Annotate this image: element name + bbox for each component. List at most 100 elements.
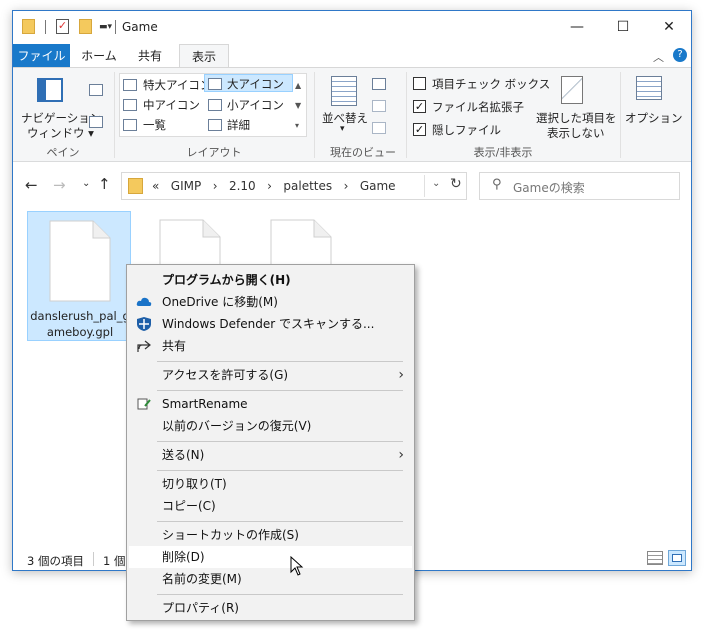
up-arrow-icon[interactable]: ↑: [98, 175, 111, 193]
breadcrumb-palettes[interactable]: palettes: [283, 179, 332, 193]
address-divider: [424, 175, 425, 197]
layout-details[interactable]: 詳細: [227, 117, 250, 133]
forward-arrow-icon[interactable]: →: [53, 176, 66, 194]
file-extensions-label[interactable]: ファイル名拡張子: [432, 99, 524, 115]
close-button[interactable]: ✕: [646, 11, 691, 44]
hide-selected-line2[interactable]: 表示しない: [547, 125, 605, 141]
hide-selected-icon[interactable]: [561, 76, 583, 104]
collapse-ribbon-icon[interactable]: ︿: [653, 49, 664, 65]
breadcrumb-2-10[interactable]: 2.10: [229, 179, 256, 193]
search-icon: ⚲: [492, 177, 502, 192]
defender-icon: [137, 317, 151, 331]
submenu-arrow-icon: ›: [398, 447, 404, 463]
minimize-button[interactable]: —: [554, 11, 600, 44]
group-label-layout: レイアウト: [186, 146, 242, 159]
details-icon: [208, 119, 222, 131]
size-columns-icon: [372, 122, 386, 134]
hidden-items-checkbox[interactable]: ✓: [413, 123, 426, 136]
tab-share[interactable]: 共有: [127, 44, 173, 68]
menu-copy[interactable]: コピー(C): [129, 495, 412, 517]
menu-restore-versions[interactable]: 以前のバージョンの復元(V): [129, 415, 412, 437]
menu-open-with[interactable]: プログラムから開く(H): [129, 269, 412, 291]
breadcrumb-chevron[interactable]: ›: [267, 179, 272, 193]
layout-small[interactable]: 小アイコン: [227, 97, 284, 113]
menu-separator: [157, 521, 403, 522]
sort-by-icon[interactable]: [331, 76, 357, 106]
layout-large[interactable]: 大アイコン: [227, 76, 284, 92]
file-item[interactable]: danslerush_pal_g ameboy.gpl: [27, 211, 131, 341]
options-label[interactable]: オプション: [625, 110, 683, 126]
menu-share[interactable]: 共有: [129, 335, 412, 357]
layout-extra-large[interactable]: 特大アイコン: [143, 77, 211, 93]
breadcrumb-game[interactable]: Game: [360, 179, 396, 193]
menu-rename[interactable]: 名前の変更(M): [129, 568, 412, 590]
recent-locations-icon[interactable]: ⌄: [82, 178, 90, 189]
breadcrumb-overflow[interactable]: «: [152, 179, 159, 193]
search-box[interactable]: ⚲ Gameの検索: [479, 172, 680, 200]
file-extensions-checkbox[interactable]: ✓: [413, 100, 426, 113]
folder-icon: [22, 19, 35, 34]
navigation-bar: ← → ⌄ ↑ « GIMP › 2.10 › palettes › Game …: [13, 162, 691, 207]
breadcrumb-gimp[interactable]: GIMP: [171, 179, 201, 193]
share-icon: [137, 340, 151, 352]
item-checkboxes-label[interactable]: 項目チェック ボックス: [432, 76, 550, 92]
smartrename-icon: [137, 398, 151, 410]
layout-medium[interactable]: 中アイコン: [143, 97, 200, 113]
preview-pane-icon[interactable]: [89, 84, 103, 96]
refresh-icon[interactable]: ↻: [450, 176, 462, 192]
back-arrow-icon[interactable]: ←: [25, 176, 38, 194]
help-icon[interactable]: ?: [673, 48, 687, 62]
menu-delete[interactable]: 削除(D): [129, 546, 412, 568]
menu-defender-scan[interactable]: Windows Defender でスキャンする...: [129, 313, 412, 335]
maximize-button[interactable]: ☐: [600, 11, 646, 44]
group-separator: [620, 72, 621, 158]
details-view-icon[interactable]: [647, 551, 663, 565]
menu-create-shortcut[interactable]: ショートカットの作成(S): [129, 524, 412, 546]
qat-separator: [115, 20, 116, 34]
menu-separator: [157, 594, 403, 595]
gallery-scroll-icon[interactable]: ▲ ▼ ▾: [295, 76, 301, 136]
submenu-arrow-icon: ›: [398, 367, 404, 383]
hide-selected-line1[interactable]: 選択した項目を: [536, 110, 617, 126]
group-by-icon[interactable]: [372, 78, 386, 90]
tab-view[interactable]: 表示: [179, 44, 229, 69]
menu-send-to[interactable]: 送る(N) ›: [129, 444, 412, 466]
tab-home[interactable]: ホーム: [75, 44, 123, 68]
menu-smartrename[interactable]: SmartRename: [129, 393, 412, 415]
navigation-pane-dropdown[interactable]: ウィンドウ ▾: [27, 125, 94, 141]
group-label-pane: ペイン: [46, 146, 80, 159]
selected-count: 1 個: [103, 554, 126, 568]
details-pane-icon[interactable]: [89, 116, 103, 128]
navigation-pane-icon[interactable]: [37, 78, 63, 102]
window-title: Game: [122, 20, 158, 34]
properties-icon[interactable]: ✓: [56, 19, 69, 34]
menu-properties[interactable]: プロパティ(R): [129, 597, 412, 619]
customize-qat-icon[interactable]: ▬▾: [99, 22, 112, 32]
options-icon[interactable]: [636, 76, 662, 100]
file-name: danslerush_pal_g ameboy.gpl: [30, 309, 130, 339]
large-icons-icon: [208, 78, 222, 90]
large-icons-view-icon[interactable]: [668, 550, 686, 566]
menu-give-access[interactable]: アクセスを許可する(G) ›: [129, 364, 412, 386]
menu-separator: [157, 441, 403, 442]
item-count: 3 個の項目: [27, 554, 84, 568]
onedrive-icon: [136, 297, 152, 306]
menu-cut[interactable]: 切り取り(T): [129, 473, 412, 495]
address-dropdown-icon[interactable]: ⌄: [432, 178, 440, 189]
sort-by-label[interactable]: 並べ替え: [322, 110, 368, 126]
small-icons-icon: [208, 99, 222, 111]
breadcrumb-chevron[interactable]: ›: [344, 179, 349, 193]
breadcrumb: « GIMP › 2.10 › palettes › Game: [152, 179, 396, 193]
new-folder-icon[interactable]: [79, 19, 92, 34]
hidden-items-label[interactable]: 隠しファイル: [432, 122, 501, 138]
tab-file[interactable]: ファイル: [13, 44, 70, 68]
sort-by-dropdown[interactable]: ▾: [340, 124, 345, 134]
item-checkboxes-checkbox[interactable]: [413, 77, 426, 90]
ribbon-view: ナビゲーション ウィンドウ ▾ ペイン 特大アイコン 大アイコン 中アイコン 小…: [13, 67, 691, 162]
status-separator: [93, 552, 94, 566]
layout-list[interactable]: 一覧: [143, 117, 166, 133]
menu-onedrive-move[interactable]: OneDrive に移動(M): [129, 291, 412, 313]
address-bar[interactable]: « GIMP › 2.10 › palettes › Game ⌄ ↻: [121, 172, 467, 200]
breadcrumb-chevron[interactable]: ›: [213, 179, 218, 193]
title-bar: ✓ ▬▾ Game — ☐ ✕: [13, 11, 691, 44]
